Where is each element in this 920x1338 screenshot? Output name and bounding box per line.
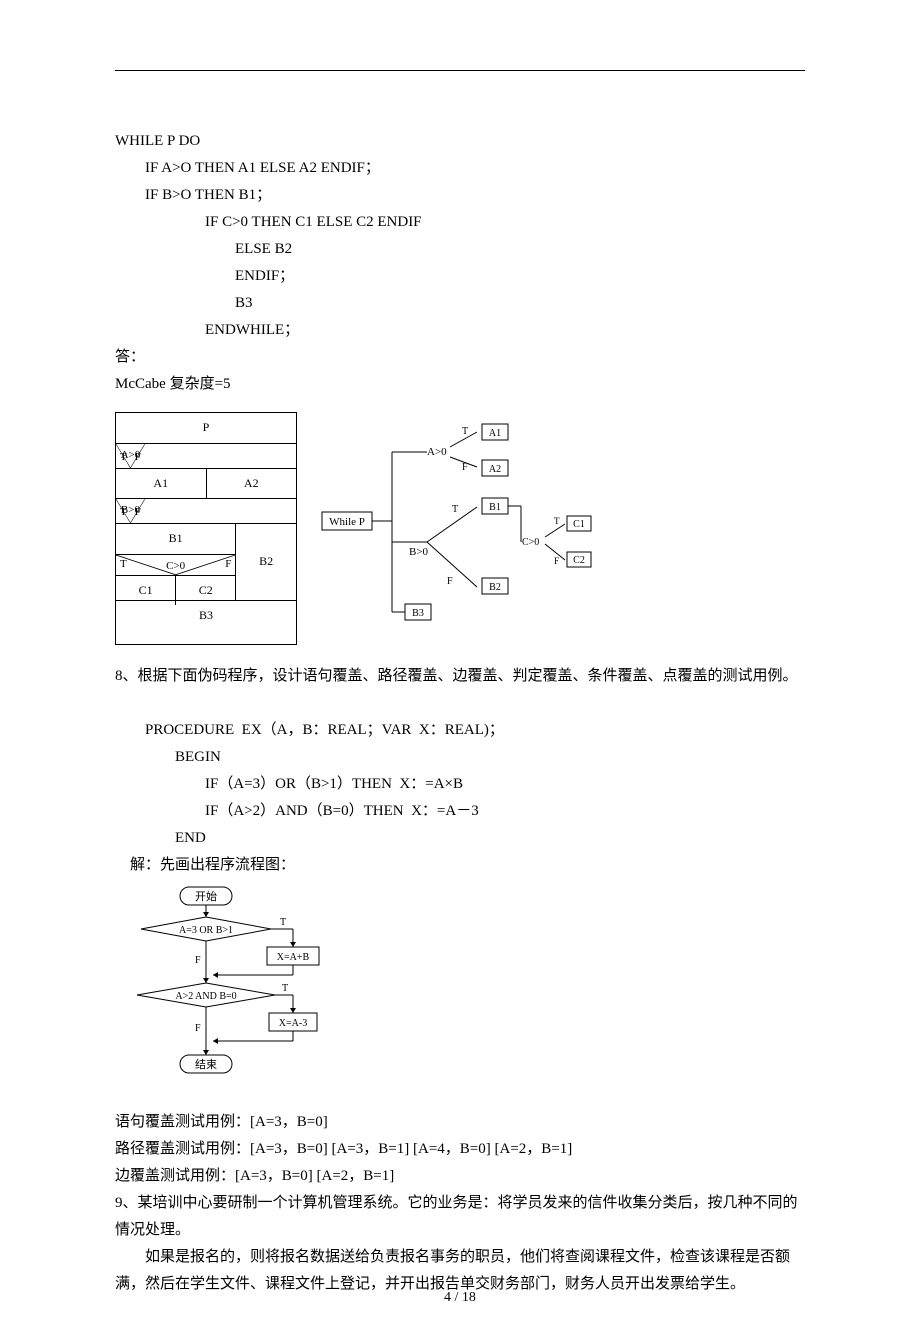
code-line: IF（A>2）AND（B=0）THEN X：=A－3	[115, 803, 479, 819]
svg-text:F: F	[462, 462, 468, 473]
ns-chart: P A>0TF A1A2 B>0TF B1 C>0TF C1C2 B2 B3	[115, 412, 297, 645]
svg-text:B>0: B>0	[409, 546, 429, 558]
answer-label: 答：	[115, 344, 805, 371]
svg-text:B2: B2	[489, 582, 501, 593]
svg-text:C>0: C>0	[522, 537, 539, 548]
svg-text:T: T	[452, 504, 458, 515]
svg-text:T: T	[282, 983, 288, 994]
svg-text:T: T	[554, 516, 560, 526]
code-line: IF A>O THEN A1 ELSE A2 ENDIF；	[115, 160, 380, 176]
svg-text:A=3 OR B>1: A=3 OR B>1	[179, 925, 233, 936]
code-block-2: PROCEDURE EX（A，B：REAL；VAR X：REAL)； BEGIN…	[115, 690, 805, 852]
ns-p: P	[116, 413, 296, 443]
svg-text:F: F	[195, 955, 201, 966]
code-line: B3	[115, 295, 253, 311]
code-line: END	[115, 830, 206, 846]
svg-text:A>2 AND B=0: A>2 AND B=0	[175, 991, 236, 1002]
result-statement-coverage: 语句覆盖测试用例：[A=3，B=0]	[115, 1109, 805, 1136]
code-block-1: WHILE P DO IF A>O THEN A1 ELSE A2 ENDIF；…	[115, 101, 805, 344]
svg-text:A>0: A>0	[427, 446, 447, 458]
svg-text:F: F	[554, 556, 559, 566]
code-line: BEGIN	[115, 749, 221, 765]
svg-text:结束: 结束	[195, 1058, 217, 1071]
code-line: PROCEDURE EX（A，B：REAL；VAR X：REAL)；	[115, 722, 504, 738]
code-line: ELSE B2	[115, 241, 292, 257]
code-line: IF B>O THEN B1；	[115, 187, 271, 203]
svg-text:T: T	[280, 917, 286, 928]
code-line: ENDIF；	[115, 268, 294, 284]
svg-text:While P: While P	[329, 516, 365, 528]
code-line: IF（A=3）OR（B>1）THEN X：=A×B	[115, 776, 463, 792]
svg-text:A1: A1	[489, 428, 501, 439]
svg-text:A2: A2	[489, 464, 501, 475]
result-edge-coverage: 边覆盖测试用例：[A=3，B=0] [A=2，B=1]	[115, 1163, 805, 1190]
svg-text:F: F	[447, 576, 453, 587]
mccabe-complexity: McCabe 复杂度=5	[115, 371, 805, 398]
svg-text:开始: 开始	[195, 889, 217, 903]
code-line: ENDWHILE；	[115, 322, 299, 338]
tree-diagram: While P A>0 T F A1 A2 B>0 T F B1 B2 C>0 T F…	[317, 412, 597, 645]
svg-text:B1: B1	[489, 502, 501, 513]
svg-text:X=A+B: X=A+B	[277, 952, 310, 963]
code-line: IF C>0 THEN C1 ELSE C2 ENDIF	[115, 214, 422, 230]
svg-text:F: F	[195, 1023, 201, 1034]
flowchart: 开始 A=3 OR B>1 T X=A+B F A>2 AND B=0 T X=…	[135, 883, 805, 1103]
svg-text:B3: B3	[412, 608, 424, 619]
svg-text:C1: C1	[573, 519, 585, 530]
svg-text:C2: C2	[573, 555, 585, 566]
result-path-coverage: 路径覆盖测试用例：[A=3，B=0] [A=3，B=1] [A=4，B=0] […	[115, 1136, 805, 1163]
svg-text:X=A-3: X=A-3	[279, 1018, 307, 1029]
question-8: 8、根据下面伪码程序，设计语句覆盖、路径覆盖、边覆盖、判定覆盖、条件覆盖、点覆盖…	[115, 663, 805, 690]
code-line: WHILE P DO	[115, 133, 200, 149]
page-number: 4 / 18	[0, 1285, 920, 1310]
svg-text:T: T	[462, 426, 468, 437]
solution-label: 解：先画出程序流程图：	[115, 852, 805, 879]
question-9: 9、某培训中心要研制一个计算机管理系统。它的业务是：将学员发来的信件收集分类后，…	[115, 1190, 805, 1244]
